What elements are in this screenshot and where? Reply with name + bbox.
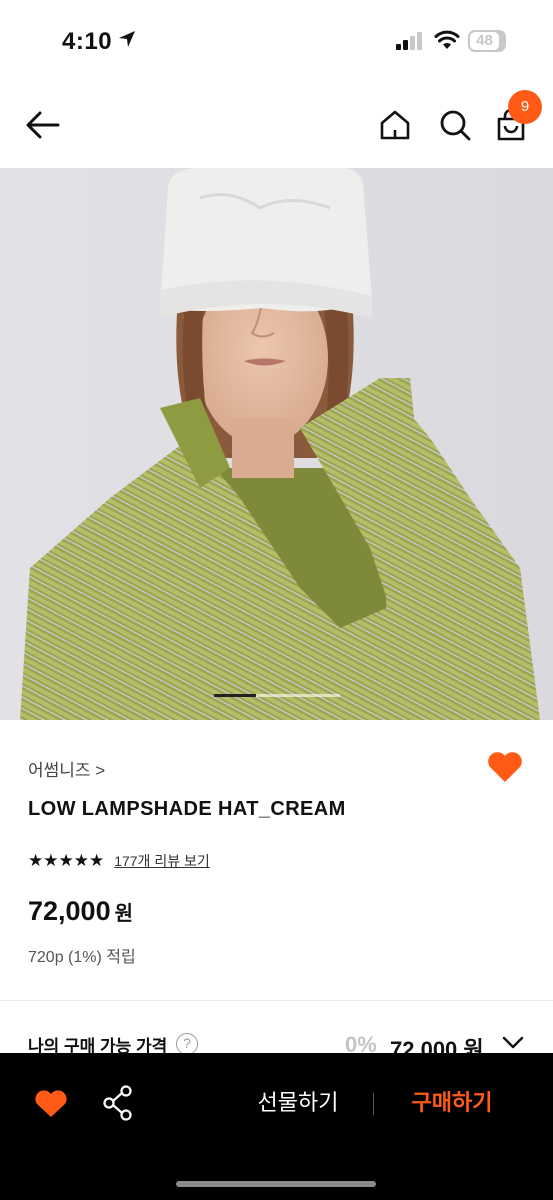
points-info: 720p (1%) 적립: [28, 949, 136, 966]
status-bar: 4:10 48: [0, 0, 553, 82]
brand-link[interactable]: 어썸니즈 >: [28, 756, 105, 781]
rating-row: ★★★★★ 177개 리뷰 보기: [28, 850, 210, 872]
price-unit: 원: [114, 903, 133, 925]
location-arrow-icon: [119, 31, 135, 47]
back-arrow-icon[interactable]: [24, 108, 62, 142]
price-row: 72,000 원: [28, 896, 133, 927]
gift-button[interactable]: 선물하기: [238, 1083, 358, 1123]
battery-level: 48: [468, 30, 501, 52]
image-page-indicator: [214, 694, 340, 697]
home-icon[interactable]: [378, 108, 412, 142]
battery-icon: 48: [468, 30, 506, 52]
help-icon[interactable]: ?: [176, 1033, 198, 1055]
cart-count-badge: 9: [508, 90, 542, 124]
product-title: LOW LAMPSHADE HAT_CREAM: [28, 798, 346, 820]
wifi-icon: [434, 30, 460, 49]
share-icon[interactable]: [102, 1085, 134, 1121]
product-image[interactable]: [0, 168, 553, 720]
button-separator: [373, 1093, 374, 1115]
status-time: 4:10: [62, 28, 113, 55]
image-page-indicator-active: [214, 694, 256, 697]
section-divider: [0, 1000, 553, 1001]
home-indicator[interactable]: [176, 1181, 376, 1187]
cellular-signal-icon: [396, 32, 422, 50]
search-icon[interactable]: [438, 108, 472, 142]
rating-stars: ★★★★★: [28, 851, 105, 870]
product-photo: [0, 168, 553, 720]
price-value: 72,000: [28, 896, 111, 926]
wishlist-heart-icon[interactable]: [486, 750, 524, 784]
buy-button[interactable]: 구매하기: [392, 1083, 512, 1123]
review-link[interactable]: 177개 리뷰 보기: [114, 851, 210, 871]
bottom-action-bar: 선물하기 구매하기: [0, 1053, 553, 1200]
top-nav-bar: 9: [0, 82, 553, 168]
chevron-down-icon[interactable]: [502, 1036, 524, 1050]
wishlist-heart-icon[interactable]: [34, 1089, 68, 1119]
